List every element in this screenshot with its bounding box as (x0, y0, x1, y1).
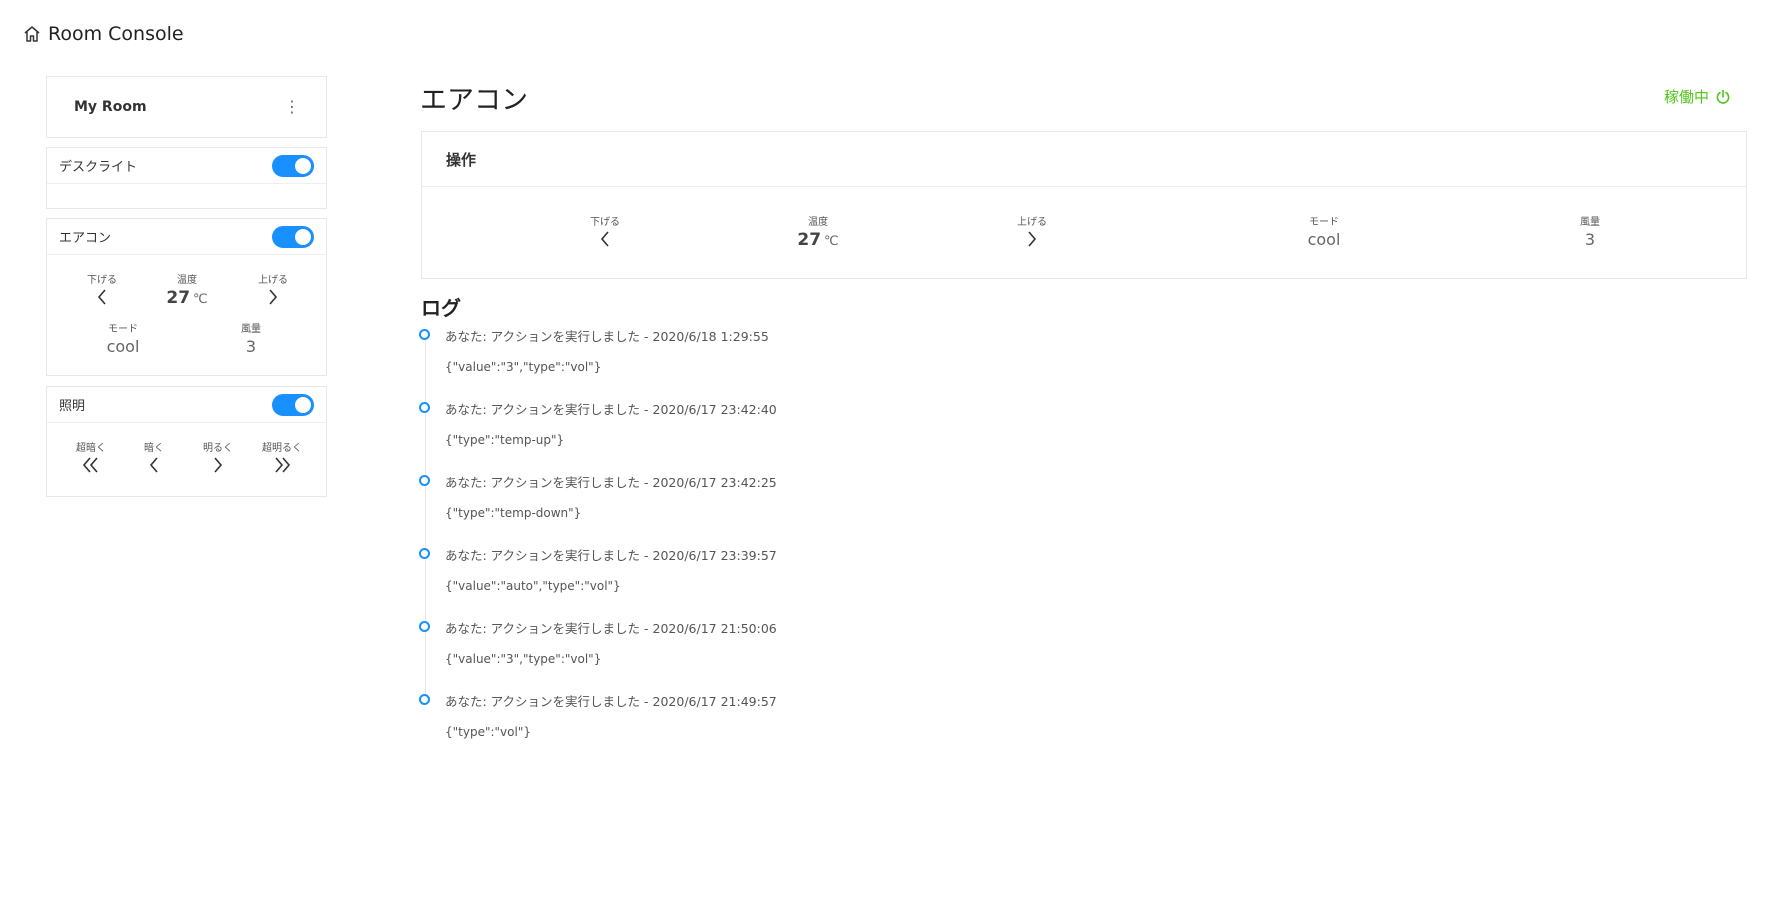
fan-value: 3 (1584, 230, 1596, 249)
log-entry-body: {"value":"auto","type":"vol"} (445, 579, 621, 593)
chevrons-left-icon[interactable] (81, 454, 101, 476)
chevrons-right-icon[interactable] (272, 454, 292, 476)
temp-number: 27 (166, 288, 191, 308)
room-title: My Room (74, 99, 147, 115)
temp-number: 27 (797, 230, 822, 250)
controls-temp-display: 温度 27 ℃ (797, 213, 838, 250)
status-indicator[interactable]: 稼働中 (1664, 86, 1731, 107)
log-entry-head: あなた: アクションを実行しました - 2020/6/17 23:39:57 (445, 548, 777, 563)
page-title: エアコン (420, 85, 528, 116)
mode-label: モード (107, 324, 138, 335)
aircon-title[interactable]: エアコン (59, 227, 111, 246)
chevron-left-icon[interactable] (598, 228, 612, 250)
aircon-temp-down[interactable]: 下げる (87, 271, 117, 308)
app-header: Room Console (22, 22, 184, 46)
log-entry-head: あなた: アクションを実行しました - 2020/6/18 1:29:55 (445, 329, 769, 344)
temp-down-label: 下げる (590, 217, 620, 228)
mode-value: cool (106, 337, 140, 356)
chevron-right-icon[interactable] (266, 286, 280, 308)
mode-label: モード (1308, 217, 1339, 228)
aircon-temp-up[interactable]: 上げる (258, 271, 288, 308)
desk-light-card: デスクライト (46, 147, 327, 209)
power-icon[interactable] (1715, 89, 1731, 105)
log-timeline-line (425, 336, 426, 701)
toggle-knob (295, 157, 311, 174)
aircon-card: エアコン 下げる 温度 27 ℃ 上げる モード cool 風量 3 (46, 218, 327, 376)
fan-label: 風量 (1580, 217, 1600, 228)
temp-label: 温度 (808, 217, 828, 228)
temp-value: 27 ℃ (166, 288, 207, 308)
very-dark-label: 超暗く (76, 443, 106, 454)
aircon-mode[interactable]: モード cool (107, 320, 140, 356)
more-vertical-icon[interactable]: ⋮ (284, 99, 300, 115)
lighting-bright[interactable]: 明るく (203, 439, 233, 476)
temp-up-label: 上げる (258, 275, 288, 286)
log-dot (419, 402, 430, 413)
chevron-right-icon[interactable] (211, 454, 225, 476)
app-title[interactable]: Room Console (48, 23, 184, 45)
lighting-card: 照明 超暗く 暗く 明るく 超明るく (46, 386, 327, 497)
temp-label: 温度 (177, 275, 197, 286)
log-entry-head: あなた: アクションを実行しました - 2020/6/17 21:50:06 (445, 621, 777, 636)
log-entry-head: あなた: アクションを実行しました - 2020/6/17 23:42:25 (445, 475, 777, 490)
toggle-knob (295, 228, 311, 245)
temp-value: 27 ℃ (797, 230, 838, 250)
log-dot (419, 329, 430, 340)
controls-fan[interactable]: 風量 3 (1580, 213, 1600, 249)
toggle-knob (295, 396, 311, 413)
lighting-toggle[interactable] (272, 393, 314, 416)
controls-title: 操作 (446, 150, 477, 169)
chevron-left-icon[interactable] (95, 286, 109, 308)
controls-temp-down[interactable]: 下げる (590, 213, 620, 250)
controls-panel: 操作 下げる 温度 27 ℃ 上げる モード cool 風量 3 (421, 131, 1747, 279)
log-entry-body: {"type":"temp-down"} (445, 506, 582, 520)
log-dot (419, 694, 430, 705)
very-bright-label: 超明るく (262, 443, 302, 454)
log-entry-head: あなた: アクションを実行しました - 2020/6/17 23:42:40 (445, 402, 777, 417)
lighting-very-dark[interactable]: 超暗く (76, 439, 106, 476)
log-dot (419, 548, 430, 559)
dark-label: 暗く (144, 443, 164, 454)
temp-unit: ℃ (824, 234, 839, 249)
fan-value: 3 (245, 337, 257, 356)
chevron-left-icon[interactable] (147, 454, 161, 476)
log-dot (419, 475, 430, 486)
mode-value: cool (1307, 230, 1341, 249)
controls-mode[interactable]: モード cool (1308, 213, 1341, 249)
fan-label: 風量 (241, 324, 261, 335)
log-entry-body: {"value":"3","type":"vol"} (445, 652, 602, 666)
log-entry-body: {"type":"vol"} (445, 725, 531, 739)
log-dot (419, 621, 430, 632)
status-label: 稼働中 (1664, 88, 1710, 106)
log-title: ログ (421, 296, 461, 320)
desk-light-title[interactable]: デスクライト (59, 156, 137, 175)
aircon-temp-display: 温度 27 ℃ (166, 271, 207, 308)
temp-up-label: 上げる (1017, 217, 1047, 228)
temp-unit: ℃ (193, 292, 208, 307)
log-entry-body: {"value":"3","type":"vol"} (445, 360, 602, 374)
lighting-title[interactable]: 照明 (59, 395, 85, 414)
temp-down-label: 下げる (87, 275, 117, 286)
chevron-right-icon[interactable] (1025, 228, 1039, 250)
home-icon[interactable] (22, 24, 42, 44)
desk-light-toggle[interactable] (272, 154, 314, 177)
lighting-dark[interactable]: 暗く (144, 439, 164, 476)
log-entry-body: {"type":"temp-up"} (445, 433, 565, 447)
log-entry-head: あなた: アクションを実行しました - 2020/6/17 21:49:57 (445, 694, 777, 709)
aircon-toggle[interactable] (272, 225, 314, 248)
lighting-very-bright[interactable]: 超明るく (262, 439, 302, 476)
room-card: My Room ⋮ (46, 76, 327, 138)
bright-label: 明るく (203, 443, 233, 454)
controls-temp-up[interactable]: 上げる (1017, 213, 1047, 250)
aircon-fan[interactable]: 風量 3 (241, 320, 261, 356)
